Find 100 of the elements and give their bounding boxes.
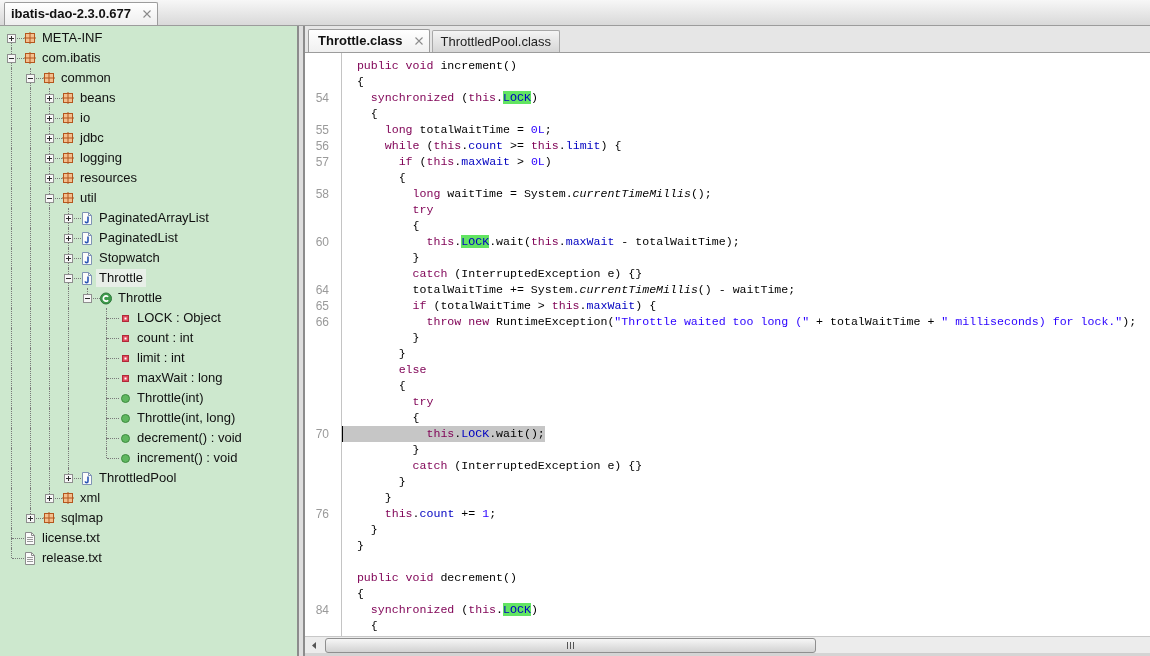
- grid-icon: [62, 92, 74, 104]
- expand-icon[interactable]: [64, 253, 73, 263]
- expand-icon[interactable]: [45, 493, 54, 503]
- code-line: }: [411, 250, 420, 266]
- expand-icon[interactable]: [64, 233, 73, 243]
- expand-icon[interactable]: [45, 153, 54, 163]
- tree-item[interactable]: PaginatedList: [96, 229, 181, 247]
- tree-item[interactable]: com.ibatis: [39, 49, 104, 67]
- tree-item[interactable]: count : int: [134, 329, 197, 347]
- code-line: long totalWaitTime = 0L;: [383, 122, 552, 138]
- tree-item[interactable]: Throttle(int, long): [134, 409, 239, 427]
- dot-icon: [120, 413, 130, 423]
- text-file-icon: [25, 531, 35, 545]
- collapse-icon[interactable]: [64, 273, 73, 283]
- code-line: {: [411, 410, 420, 426]
- tab[interactable]: ThrottledPool.class: [431, 30, 561, 52]
- code-line: catch (InterruptedException e) {}: [411, 458, 643, 474]
- line-number: 76: [314, 506, 330, 522]
- expand-icon[interactable]: [45, 133, 54, 143]
- expand-icon[interactable]: [64, 213, 73, 223]
- code-line: try: [411, 202, 434, 218]
- code-line: }: [397, 346, 406, 362]
- expand-icon[interactable]: [45, 113, 54, 123]
- horizontal-scrollbar[interactable]: [305, 636, 1150, 653]
- tree-item[interactable]: sqlmap: [58, 509, 106, 527]
- code-line: {: [355, 586, 364, 602]
- source-file-icon: [82, 471, 92, 485]
- dot-icon: [120, 393, 130, 403]
- class-icon: [100, 291, 112, 305]
- tree-item[interactable]: Throttle(int): [134, 389, 207, 407]
- code-line: public void decrement(): [355, 570, 517, 586]
- tree-item[interactable]: logging: [77, 149, 125, 167]
- grid-icon: [43, 72, 55, 84]
- grid-icon: [62, 172, 74, 184]
- code-line: {: [355, 74, 364, 90]
- line-number: 57: [314, 154, 330, 170]
- expand-icon[interactable]: [64, 473, 73, 483]
- expand-icon[interactable]: [26, 513, 35, 523]
- tree-item[interactable]: license.txt: [39, 529, 103, 547]
- code-line: try: [411, 394, 434, 410]
- dot-icon: [120, 433, 130, 443]
- tree-item[interactable]: Throttle: [96, 269, 147, 287]
- tree-item[interactable]: resources: [77, 169, 141, 187]
- line-number: 56: [314, 138, 330, 154]
- tree-item[interactable]: decrement() : void: [134, 429, 245, 447]
- expand-icon[interactable]: [45, 93, 54, 103]
- tree-item[interactable]: xml: [77, 489, 104, 507]
- tab[interactable]: ibatis-dao-2.3.0.677: [4, 2, 158, 25]
- tree-item[interactable]: PaginatedArrayList: [96, 209, 212, 227]
- source-file-icon: [82, 211, 92, 225]
- collapse-icon[interactable]: [26, 73, 35, 83]
- grid-icon: [43, 512, 55, 524]
- collapse-icon[interactable]: [83, 293, 92, 303]
- tree-item[interactable]: META-INF: [39, 29, 106, 47]
- square-icon: [121, 314, 129, 322]
- close-icon[interactable]: [414, 37, 423, 45]
- grid-icon: [62, 492, 74, 504]
- line-number: 60: [314, 234, 330, 250]
- tree-item[interactable]: Throttle: [115, 289, 166, 307]
- code-line: long waitTime = System.currentTimeMillis();: [411, 186, 712, 202]
- tab[interactable]: Throttle.class: [308, 29, 430, 52]
- code-line: totalWaitTime += System.currentTimeMillis() - waitTime;: [411, 282, 796, 298]
- code-line: }: [411, 442, 420, 458]
- code-line: this.count += 1;: [383, 506, 497, 522]
- expand-icon[interactable]: [7, 33, 16, 43]
- tree-item[interactable]: common: [58, 69, 114, 87]
- grid-icon: [62, 192, 74, 204]
- collapse-icon[interactable]: [45, 193, 54, 203]
- tree-item[interactable]: release.txt: [39, 549, 105, 567]
- arrow-left-icon: [311, 641, 316, 649]
- code-line: this.LOCK.wait(this.maxWait - totalWaitTime);: [425, 234, 740, 250]
- scrollbar-thumb[interactable]: [325, 637, 816, 653]
- line-number: 65: [314, 298, 330, 314]
- expand-icon[interactable]: [45, 173, 54, 183]
- code-line: {: [369, 106, 378, 122]
- code-line: catch (InterruptedException e) {}: [411, 266, 643, 282]
- code-line: {: [397, 378, 406, 394]
- tree-item[interactable]: limit : int: [134, 349, 188, 367]
- close-icon[interactable]: [142, 10, 151, 18]
- tree-item[interactable]: io: [77, 109, 94, 127]
- code-line: if (this.maxWait > 0L): [397, 154, 552, 170]
- grid-icon: [62, 112, 74, 124]
- code-line: }: [369, 522, 378, 538]
- tree-item[interactable]: jdbc: [77, 129, 107, 147]
- tree-item[interactable]: beans: [77, 89, 119, 107]
- tree-item[interactable]: util: [77, 189, 100, 207]
- line-number: 70: [314, 426, 330, 442]
- code-line: while (this.count >= this.limit) {: [383, 138, 622, 154]
- tree-item[interactable]: Stopwatch: [96, 249, 163, 267]
- collapse-icon[interactable]: [7, 53, 16, 63]
- tree-item[interactable]: ThrottledPool: [96, 469, 180, 487]
- tree-item[interactable]: increment() : void: [134, 449, 241, 467]
- code-line: public void increment(): [355, 58, 517, 74]
- source-file-icon: [82, 231, 92, 245]
- tree-item[interactable]: maxWait : long: [134, 369, 226, 387]
- tree-item[interactable]: LOCK : Object: [134, 309, 224, 327]
- code-line: {: [369, 618, 378, 634]
- line-number: 64: [314, 282, 330, 298]
- source-file-icon: [82, 271, 92, 285]
- line-number: 54: [314, 90, 330, 106]
